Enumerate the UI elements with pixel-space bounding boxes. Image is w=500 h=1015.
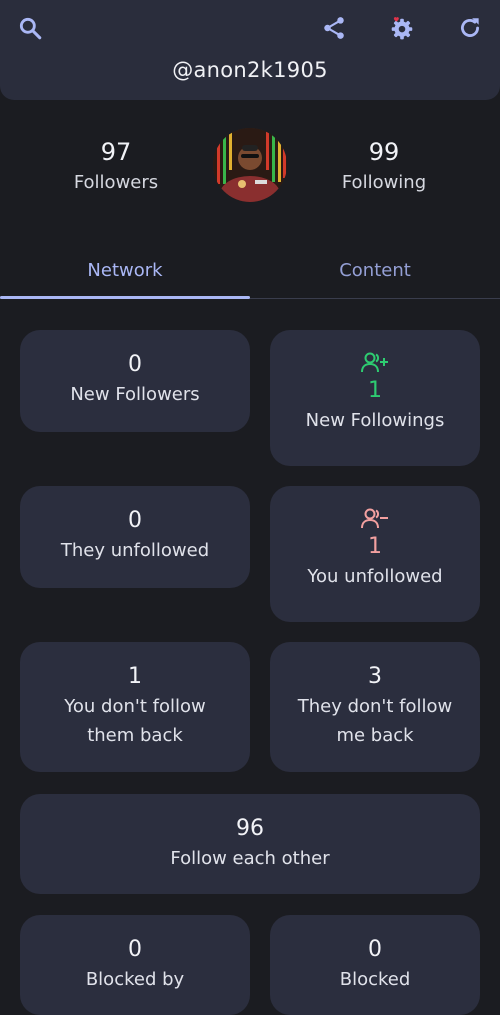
they-unfollowed-label: They unfollowed <box>60 540 210 561</box>
new-followings-card[interactable]: 1 New Followings <box>270 330 480 466</box>
tab-content[interactable]: Content <box>250 240 500 298</box>
search-icon[interactable] <box>12 10 48 46</box>
new-followings-value: 1 <box>368 378 382 403</box>
follow-each-other-value: 96 <box>236 816 264 841</box>
they-dont-follow-back-value: 3 <box>368 664 382 689</box>
following-count: 99 <box>368 138 400 166</box>
follow-each-other-card[interactable]: 96 Follow each other <box>20 794 480 894</box>
heart-badge-icon <box>393 17 399 22</box>
tab-indicator <box>0 296 250 299</box>
followers-label: Followers <box>73 172 159 193</box>
you-dont-follow-back-value: 1 <box>128 664 142 689</box>
share-icon[interactable] <box>316 10 352 46</box>
person-remove-icon <box>270 506 480 532</box>
new-followings-label: New Followings <box>305 410 445 431</box>
blocked-by-card[interactable]: 0 Blocked by <box>20 915 250 1015</box>
follow-each-other-label: Follow each other <box>170 848 330 869</box>
tab-network[interactable]: Network <box>0 240 250 298</box>
new-followers-label: New Followers <box>70 384 200 405</box>
tab-bar: Network Content <box>0 240 500 300</box>
you-dont-follow-back-card[interactable]: 1 You don't follow them back <box>20 642 250 772</box>
they-dont-follow-back-line1: They don't follow <box>297 696 453 717</box>
new-followers-value: 0 <box>128 352 142 377</box>
they-dont-follow-back-card[interactable]: 3 They don't follow me back <box>270 642 480 772</box>
blocked-label: Blocked <box>339 969 411 990</box>
they-unfollowed-card[interactable]: 0 They unfollowed <box>20 486 250 588</box>
username: @anon2k1905 <box>172 58 328 82</box>
settings-icon[interactable] <box>384 10 420 46</box>
you-unfollowed-card[interactable]: 1 You unfollowed <box>270 486 480 622</box>
top-app-bar: @anon2k1905 <box>0 0 500 100</box>
blocked-card[interactable]: 0 Blocked <box>270 915 480 1015</box>
you-dont-follow-back-line2: them back <box>87 725 183 746</box>
followers-stat[interactable]: 97 Followers <box>36 136 196 198</box>
blocked-value: 0 <box>368 937 382 962</box>
person-add-icon <box>270 350 480 376</box>
they-dont-follow-back-line2: me back <box>336 725 414 746</box>
you-dont-follow-back-line1: You don't follow <box>64 696 206 717</box>
new-followers-card[interactable]: 0 New Followers <box>20 330 250 432</box>
refresh-icon[interactable] <box>452 10 488 46</box>
blocked-by-label: Blocked by <box>85 969 185 990</box>
you-unfollowed-value: 1 <box>368 534 382 559</box>
following-stat[interactable]: 99 Following <box>304 136 464 198</box>
you-unfollowed-label: You unfollowed <box>307 566 443 587</box>
they-unfollowed-value: 0 <box>128 508 142 533</box>
blocked-by-value: 0 <box>128 937 142 962</box>
avatar[interactable] <box>213 128 287 202</box>
following-label: Following <box>341 172 427 193</box>
followers-count: 97 <box>100 138 132 166</box>
